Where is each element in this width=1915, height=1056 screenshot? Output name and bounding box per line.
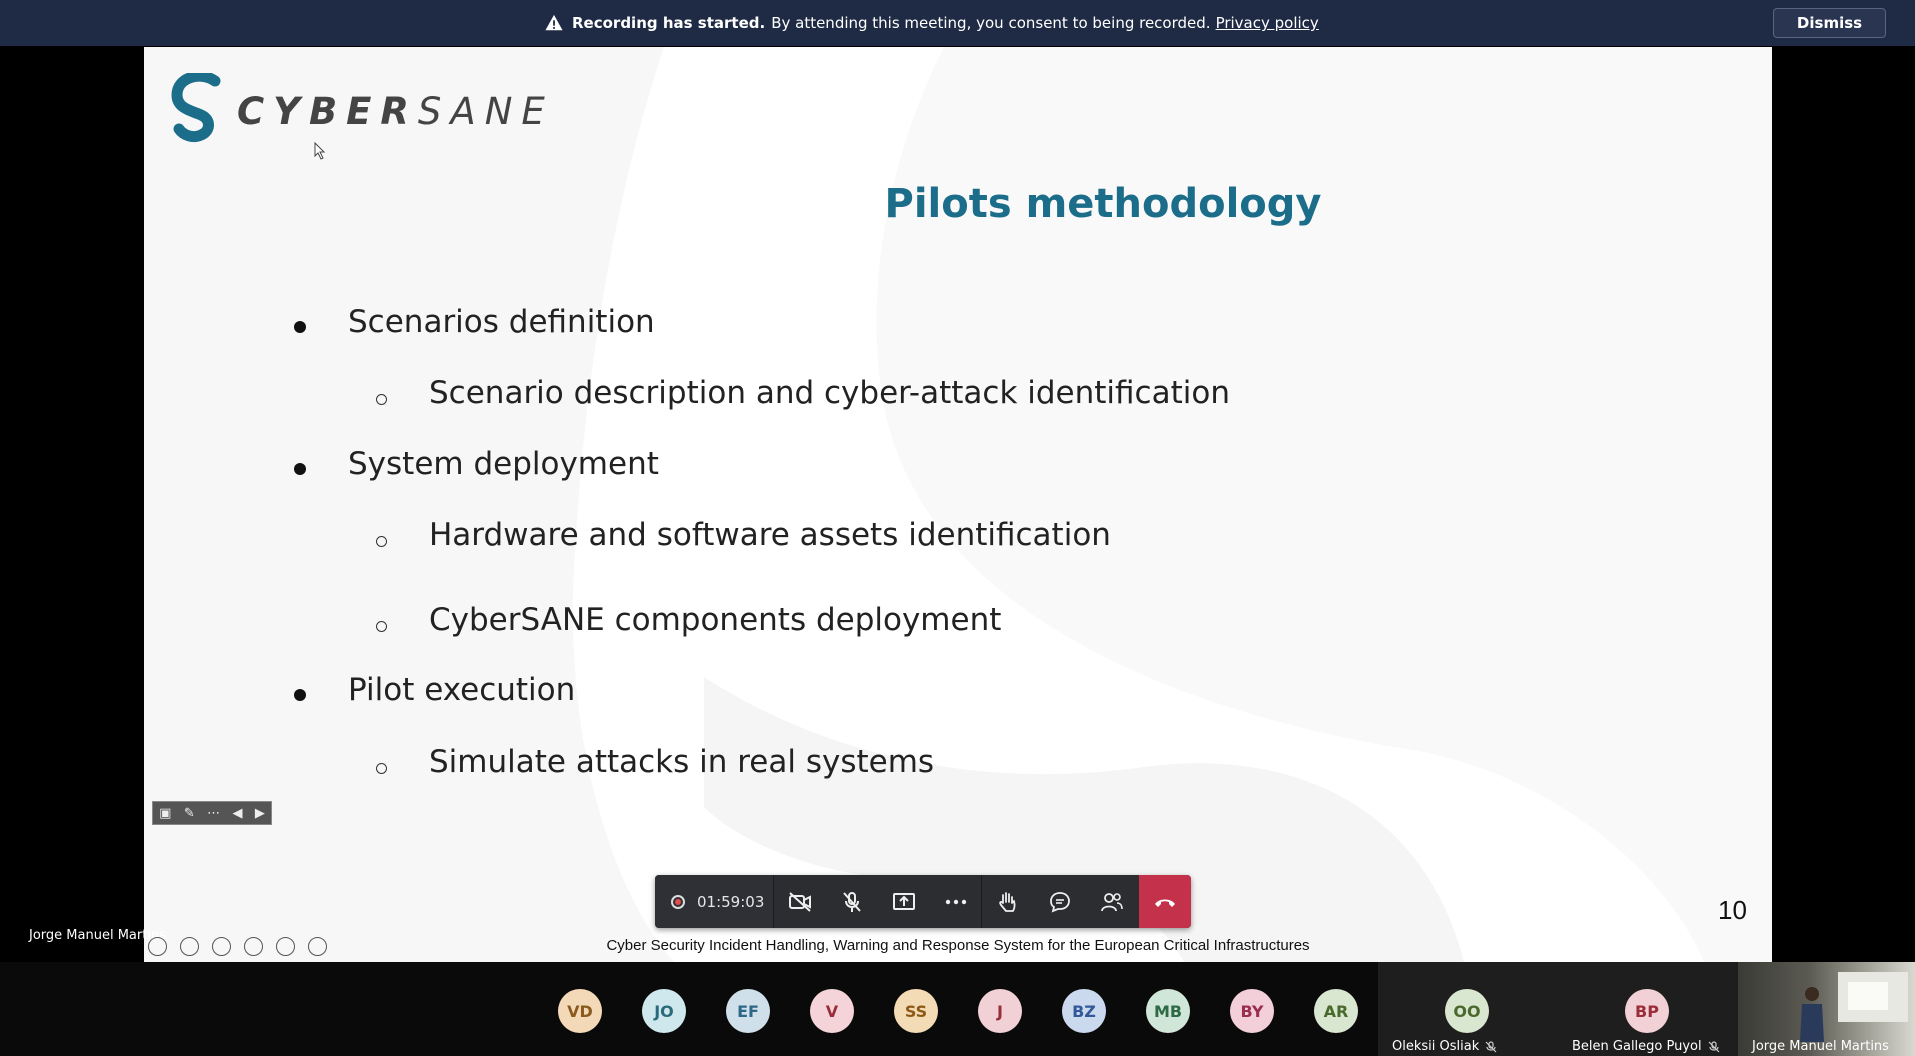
more-icon[interactable]: ⋯: [207, 806, 220, 821]
circle-icon: [148, 937, 167, 956]
slide-title: Pilots methodology: [884, 181, 1322, 227]
slide-page-number: 10: [1718, 895, 1747, 925]
participant-tile[interactable]: BP Belen Gallego Puyol: [1558, 962, 1738, 1056]
circle-icon: [180, 937, 199, 956]
chat-icon: [1050, 891, 1070, 912]
presentation-toolbar: ▣ ✎ ⋯ ◀ ▶: [152, 801, 272, 825]
chat-button[interactable]: [1034, 875, 1086, 928]
dismiss-button[interactable]: Dismiss: [1773, 8, 1886, 38]
previous-slide-icon[interactable]: ◀: [232, 806, 242, 821]
participants-button[interactable]: [1086, 875, 1138, 928]
mic-off-button[interactable]: [826, 875, 878, 928]
cybersane-logo-icon: [171, 73, 221, 143]
cybersane-logo: CYBERSANE: [171, 73, 554, 149]
mic-off-icon: [843, 891, 861, 912]
circle-icon: [308, 937, 327, 956]
recording-icon: [671, 894, 685, 909]
mic-off-icon: [1485, 1040, 1497, 1052]
bullet-item: System deployment: [348, 446, 659, 482]
share-screen-button[interactable]: [878, 875, 930, 928]
shared-slide: CYBERSANE Pilots methodology Scenarios d…: [144, 47, 1772, 962]
logo-wordmark: CYBERSANE: [237, 90, 554, 133]
bullet-marker: [294, 689, 306, 701]
participant-avatar: BP: [1625, 989, 1669, 1033]
recording-banner: Recording has started. By attending this…: [0, 0, 1915, 46]
call-duration: 01:59:03: [697, 892, 765, 911]
recording-timer: 01:59:03: [655, 875, 773, 928]
sub-bullet-item: Scenario description and cyber-attack id…: [429, 375, 1230, 411]
participants-icon: [1101, 892, 1123, 911]
raise-hand-button[interactable]: [982, 875, 1034, 928]
recording-notice: Recording has started. By attending this…: [545, 0, 1319, 46]
camera-off-icon: [789, 891, 811, 912]
share-screen-icon: [893, 892, 915, 910]
warning-icon: [545, 14, 563, 31]
participant-avatar[interactable]: JO: [642, 989, 686, 1033]
participant-avatar[interactable]: BZ: [1062, 989, 1106, 1033]
bullet-marker: [294, 321, 306, 333]
presenter-video-tile[interactable]: Jorge Manuel Martins: [1738, 962, 1915, 1056]
sub-bullet-item: CyberSANE components deployment: [429, 602, 1002, 638]
logo-wordmark-bold: CYBER: [237, 89, 418, 133]
recording-notice-title: Recording has started.: [572, 14, 766, 32]
recording-notice-text: By attending this meeting, you consent t…: [771, 14, 1211, 32]
participant-strip: VD JO EF V SS J BZ MB BY AR OO Oleksii O…: [0, 962, 1915, 1056]
participant-name: Jorge Manuel Martins: [1752, 1039, 1889, 1054]
participant-avatar[interactable]: EF: [726, 989, 770, 1033]
circle-icon: [276, 937, 295, 956]
sub-bullet-marker: [376, 621, 387, 632]
bullet-item: Pilot execution: [348, 672, 576, 708]
bullet-item: Scenarios definition: [348, 304, 655, 340]
sub-bullet-item: Simulate attacks in real systems: [429, 744, 935, 780]
sub-bullet-marker: [376, 536, 387, 547]
participant-name: Oleksii Osliak: [1392, 1039, 1480, 1054]
participant-avatar: OO: [1445, 989, 1489, 1033]
mouse-pointer-icon: [314, 142, 326, 160]
privacy-policy-link[interactable]: Privacy policy: [1216, 14, 1319, 32]
participant-avatar[interactable]: J: [978, 989, 1022, 1033]
participant-tile-name: Jorge Manuel Martins: [1752, 1039, 1889, 1054]
participant-name: Belen Gallego Puyol: [1572, 1039, 1702, 1054]
circle-icon: [244, 937, 263, 956]
hang-up-icon: [1155, 899, 1175, 907]
sub-bullet-marker: [376, 394, 387, 405]
screen-icon[interactable]: ▣: [159, 806, 171, 821]
participant-avatar[interactable]: AR: [1314, 989, 1358, 1033]
sub-bullet-item: Hardware and software assets identificat…: [429, 517, 1111, 553]
circle-icon: [212, 937, 231, 956]
participant-tile[interactable]: OO Oleksii Osliak: [1378, 962, 1558, 1056]
more-icon: [945, 899, 967, 904]
participant-tile-name: Belen Gallego Puyol: [1572, 1039, 1720, 1054]
leave-call-button[interactable]: [1139, 875, 1191, 928]
call-control-bar: 01:59:03: [655, 875, 1191, 928]
mic-off-icon: [1708, 1040, 1720, 1052]
participant-avatar[interactable]: BY: [1230, 989, 1274, 1033]
participant-tile-name: Oleksii Osliak: [1392, 1039, 1497, 1054]
participant-avatar[interactable]: V: [810, 989, 854, 1033]
sub-bullet-marker: [376, 763, 387, 774]
participant-avatar[interactable]: VD: [558, 989, 602, 1033]
raise-hand-icon: [999, 891, 1016, 912]
participant-avatar[interactable]: SS: [894, 989, 938, 1033]
camera-off-button[interactable]: [774, 875, 826, 928]
pen-icon[interactable]: ✎: [184, 806, 195, 821]
slide-footer: Cyber Security Incident Handling, Warnin…: [606, 937, 1310, 954]
faded-slide-tools: [148, 937, 327, 956]
next-slide-icon[interactable]: ▶: [255, 806, 265, 821]
logo-wordmark-light: SANE: [417, 89, 554, 133]
presenter-name: Jorge Manuel Martins: [29, 928, 166, 943]
participant-avatar[interactable]: MB: [1146, 989, 1190, 1033]
more-actions-button[interactable]: [930, 875, 982, 928]
bullet-marker: [294, 463, 306, 475]
